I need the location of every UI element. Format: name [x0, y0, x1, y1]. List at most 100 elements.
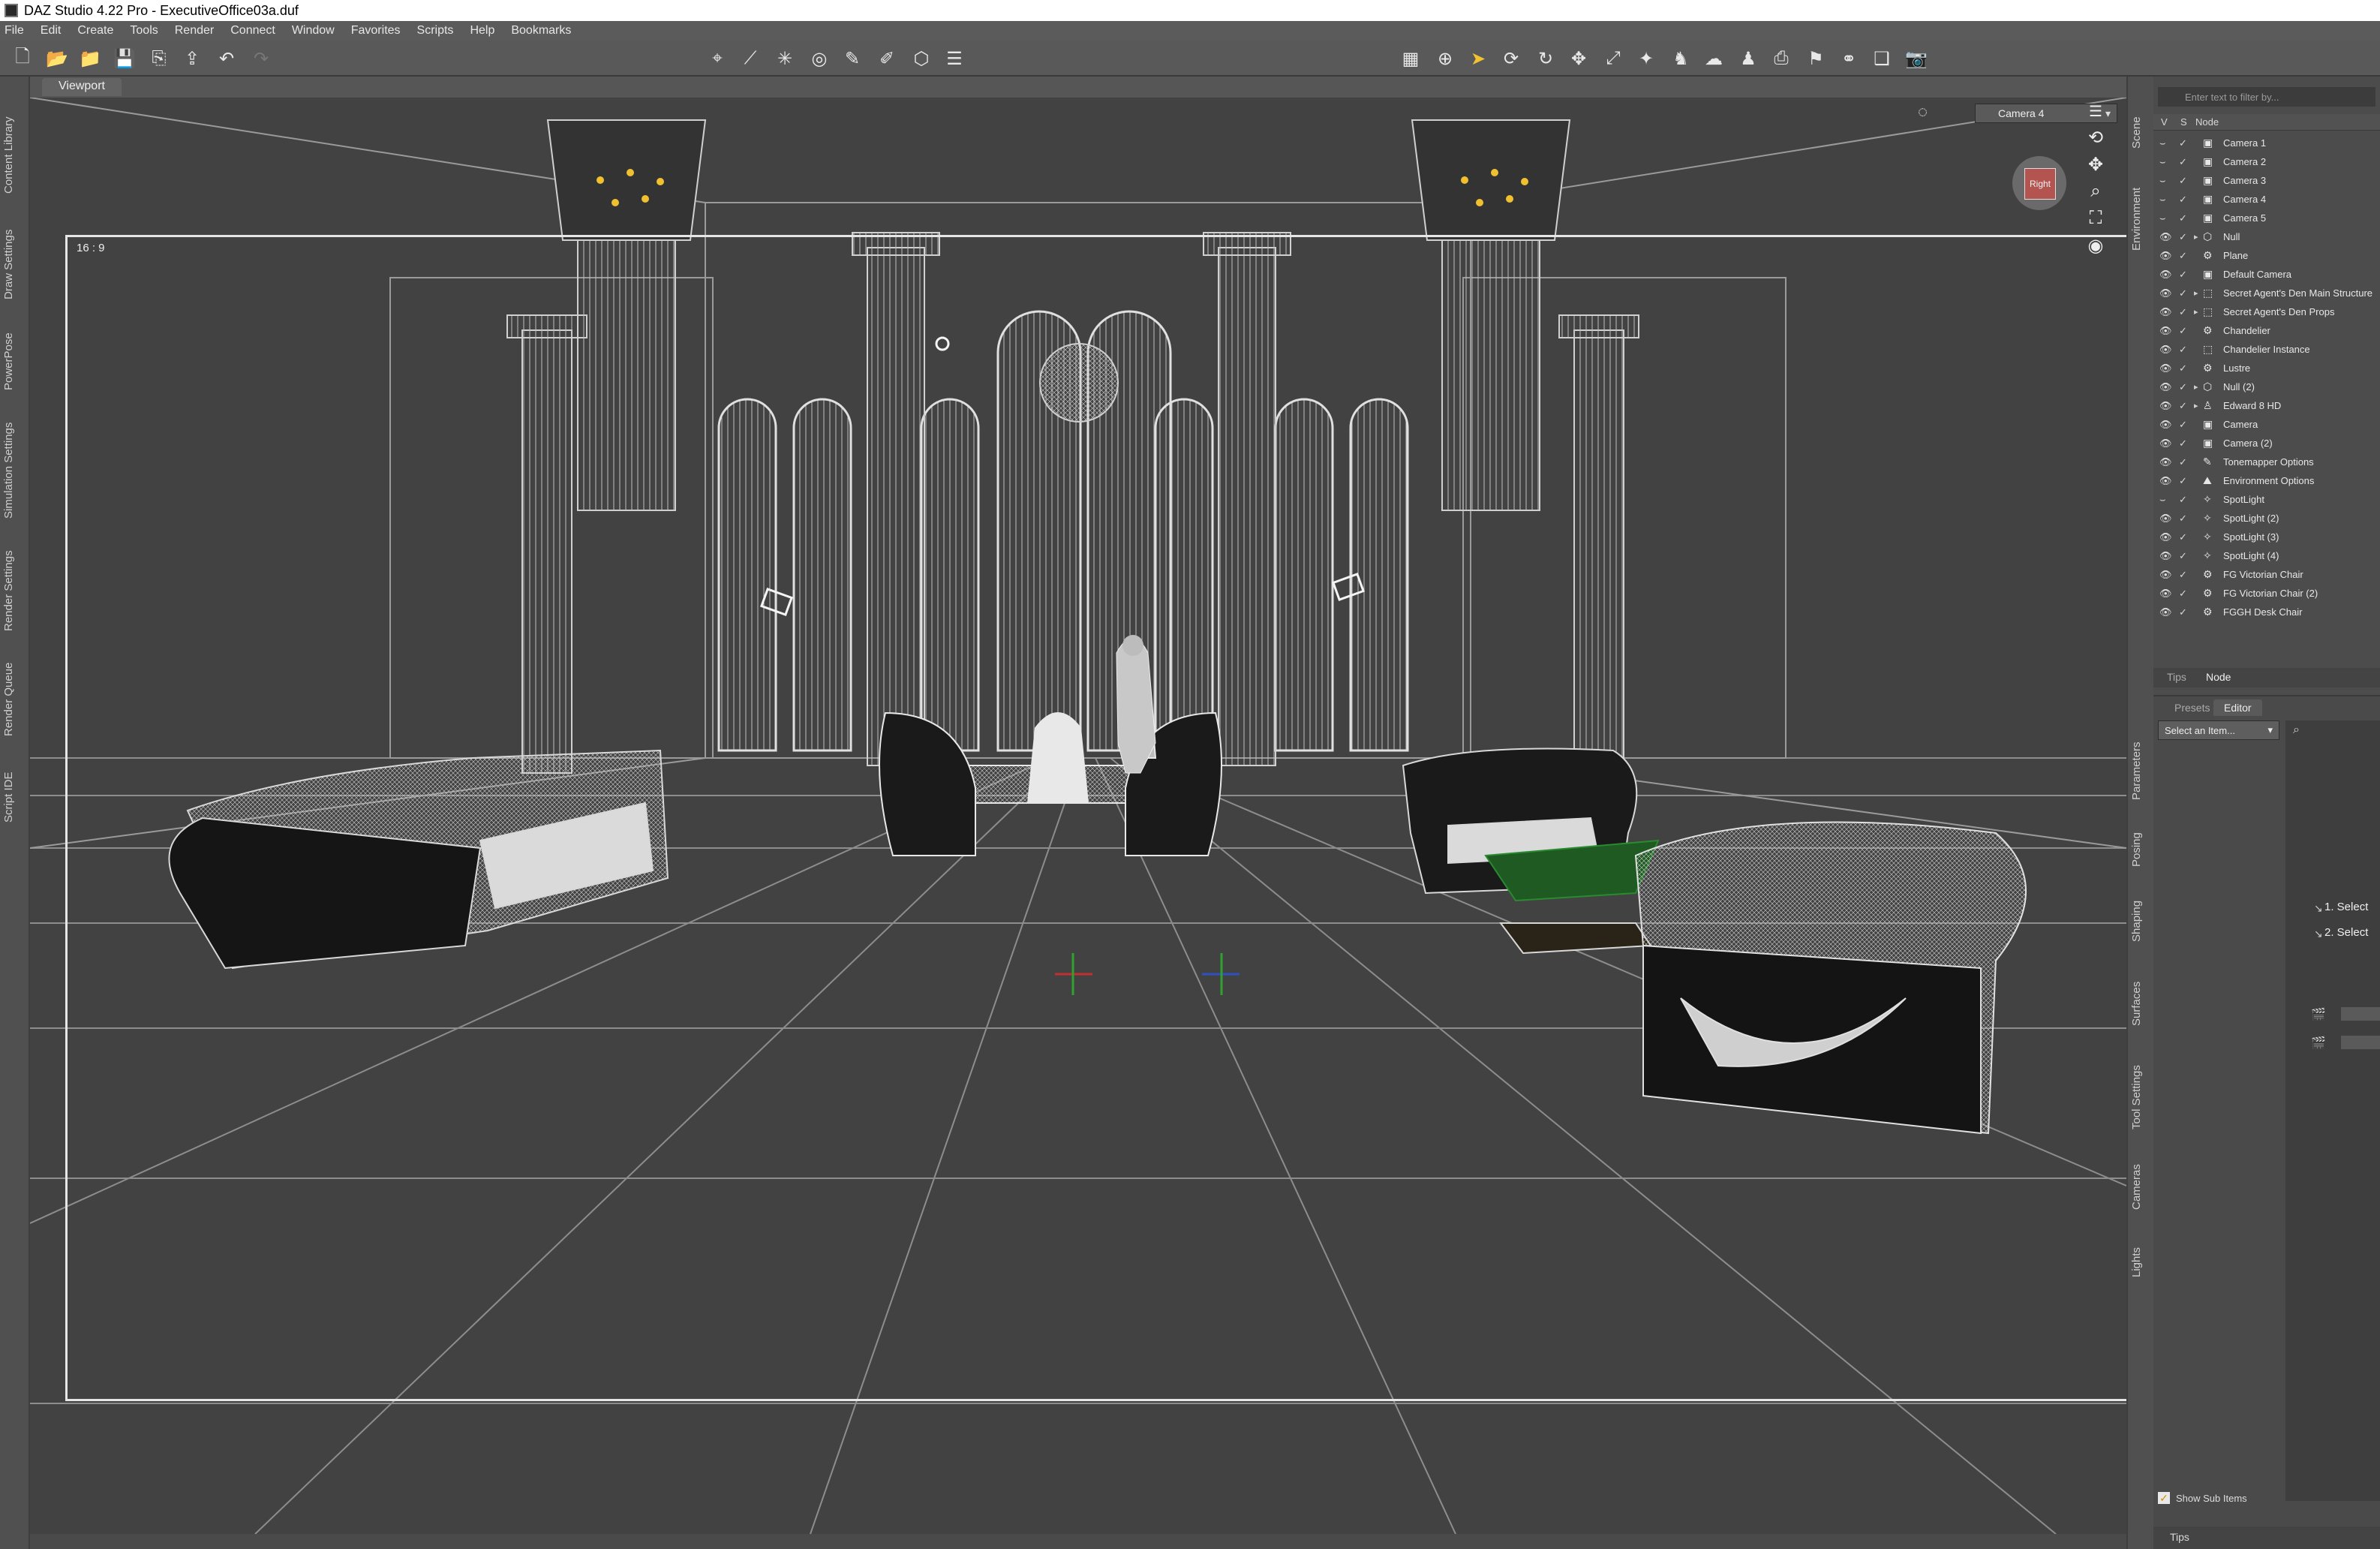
eye-icon[interactable]: 👁 — [2159, 438, 2176, 450]
scene-node-row[interactable]: 👁 ✓ ✎ Tonemapper Options — [2153, 453, 2380, 471]
eye-icon[interactable]: 👁 — [2159, 325, 2176, 337]
select-icon[interactable]: ✓ — [2179, 606, 2194, 618]
select-icon[interactable]: ✓ — [2179, 344, 2194, 356]
tab-draw-settings[interactable]: Draw Settings — [2, 219, 26, 309]
scene-filter-input[interactable]: Enter text to filter by... — [2158, 87, 2375, 107]
select-icon[interactable]: ✓ — [2179, 269, 2194, 281]
viewport-3d[interactable]: 16 : 9 ◌ Camera 4 ☰ Right ⟲ ✥ ⌕ ⛶ ◉ — [30, 98, 2126, 1534]
eye-icon[interactable]: 👁 — [2159, 513, 2176, 525]
expand-arrow-icon[interactable]: ▸ — [2194, 382, 2203, 392]
scene-node-row[interactable]: ⌣ ✓ ▣ Camera 3 — [2153, 171, 2380, 190]
scene-node-row[interactable]: 👁 ✓ ▣ Camera — [2153, 415, 2380, 434]
link-icon[interactable]: ⚭ — [1837, 47, 1861, 71]
node-selection-tool-icon[interactable]: ⌖ — [705, 47, 729, 71]
scene-node-row[interactable]: 👁 ✓ ⚙ FGGH Desk Chair — [2153, 603, 2380, 621]
select-icon[interactable]: ✓ — [2179, 531, 2194, 543]
tab-simulation-settings[interactable]: Simulation Settings — [2, 414, 26, 527]
select-item-dropdown[interactable]: Select an Item... — [2158, 720, 2279, 740]
scene-node-row[interactable]: ⌣ ✓ ✧ SpotLight — [2153, 490, 2380, 509]
menu-render[interactable]: Render — [175, 24, 214, 38]
select-icon[interactable]: ✓ — [2179, 569, 2194, 581]
tab-shaping[interactable]: Shaping — [2130, 887, 2154, 955]
eye-icon[interactable]: 👁 — [2159, 456, 2176, 468]
scene-node-row[interactable]: 👁 ✓ ⬚ Chandelier Instance — [2153, 340, 2380, 359]
menu-bookmarks[interactable]: Bookmarks — [511, 24, 571, 38]
geometry-editor-icon[interactable]: ◎ — [807, 47, 831, 71]
col-selectable[interactable]: S — [2180, 116, 2187, 128]
surface-selection-icon[interactable]: ✐ — [875, 47, 899, 71]
param-search-icon[interactable]: ⌕ — [2293, 723, 2300, 737]
viewport-menu-icon[interactable]: ☰ — [2089, 102, 2108, 122]
scene-node-row[interactable]: ⌣ ✓ ▣ Camera 2 — [2153, 152, 2380, 171]
iray-preview-icon[interactable]: ❑ — [1870, 47, 1894, 71]
select-icon[interactable]: ✓ — [2179, 231, 2194, 243]
scene-node-row[interactable]: 👁 ✓ ⛰ Environment Options — [2153, 471, 2380, 490]
tab-lights[interactable]: Lights — [2130, 1232, 2154, 1292]
eye-icon[interactable]: 👁 — [2159, 531, 2176, 543]
joint-editor-icon[interactable]: ✳ — [773, 47, 797, 71]
tab-environment[interactable]: Environment — [2130, 174, 2154, 264]
scene-node-row[interactable]: 👁 ✓ ⚙ Chandelier — [2153, 321, 2380, 340]
grid-icon[interactable]: ▦ — [1399, 47, 1423, 71]
eye-icon[interactable]: 👁 — [2159, 606, 2176, 618]
eye-icon[interactable]: 👁 — [2159, 250, 2176, 262]
undo-icon[interactable]: ↶ — [215, 47, 239, 71]
tab-render-settings[interactable]: Render Settings — [2, 542, 26, 639]
menu-tools[interactable]: Tools — [130, 24, 158, 38]
select-icon[interactable]: ✓ — [2179, 362, 2194, 374]
scene-node-row[interactable]: 👁 ✓ ⚙ Lustre — [2153, 359, 2380, 377]
render-icon[interactable]: 📷 — [1904, 47, 1928, 71]
scene-node-row[interactable]: 👁 ✓ ▸ ⬡ Null — [2153, 227, 2380, 246]
select-icon[interactable]: ✓ — [2179, 306, 2194, 318]
select-icon[interactable]: ✓ — [2179, 287, 2194, 299]
show-sub-items-option[interactable]: ✓ Show Sub Items — [2158, 1492, 2247, 1504]
menu-file[interactable]: File — [5, 24, 24, 38]
expand-arrow-icon[interactable]: ▸ — [2194, 401, 2203, 411]
tab-parameters[interactable]: Parameters — [2130, 729, 2154, 812]
scene-node-row[interactable]: 👁 ✓ ✧ SpotLight (4) — [2153, 546, 2380, 565]
save-icon[interactable]: 💾 — [113, 47, 137, 71]
tab-cameras[interactable]: Cameras — [2130, 1150, 2154, 1225]
hidden-eye-icon[interactable]: ⌣ — [2159, 494, 2176, 506]
hidden-eye-icon[interactable]: ⌣ — [2159, 175, 2176, 187]
clapper-icon[interactable]: 🎬 — [2311, 1007, 2327, 1021]
select-icon[interactable]: ✓ — [2179, 381, 2194, 393]
select-icon[interactable]: ✓ — [2179, 212, 2194, 224]
import-icon[interactable]: ⎘ — [147, 47, 171, 71]
select-icon[interactable]: ✓ — [2179, 494, 2194, 506]
view-cube-face[interactable]: Right — [2024, 168, 2056, 200]
bone-tool-icon[interactable]: ⟋ — [738, 47, 762, 71]
tab-surfaces[interactable]: Surfaces — [2130, 962, 2154, 1045]
select-icon[interactable]: ✓ — [2179, 325, 2194, 337]
param-field-2[interactable] — [2341, 1036, 2380, 1049]
expand-arrow-icon[interactable]: ▸ — [2194, 288, 2203, 298]
show-sub-items-checkbox[interactable]: ✓ — [2158, 1492, 2170, 1504]
menu-connect[interactable]: Connect — [230, 24, 275, 38]
tab-tips[interactable]: Tips — [2167, 671, 2186, 683]
eye-icon[interactable]: 👁 — [2159, 569, 2176, 581]
menu-help[interactable]: Help — [470, 24, 494, 38]
menu-window[interactable]: Window — [292, 24, 335, 38]
tab-tips-bottom[interactable]: Tips — [2170, 1531, 2189, 1543]
tab-tool-settings[interactable]: Tool Settings — [2130, 1052, 2154, 1142]
aim-camera-icon[interactable]: ◉ — [2084, 234, 2107, 257]
select-icon[interactable]: ✓ — [2179, 419, 2194, 431]
tab-script-ide[interactable]: Script IDE — [2, 759, 26, 835]
select-icon[interactable]: ✓ — [2179, 475, 2194, 487]
col-node[interactable]: Node — [2195, 116, 2219, 128]
scene-node-row[interactable]: 👁 ✓ ⚙ FG Victorian Chair — [2153, 565, 2380, 584]
scene-node-row[interactable]: 👁 ✓ ⚙ Plane — [2153, 246, 2380, 265]
eye-icon[interactable]: 👁 — [2159, 381, 2176, 393]
brush-tool-icon[interactable]: ✎ — [840, 47, 864, 71]
spot-render-icon[interactable]: ☁ — [1702, 47, 1726, 71]
tab-powerpose[interactable]: PowerPose — [2, 324, 26, 399]
scene-node-row[interactable]: ⌣ ✓ ▣ Camera 5 — [2153, 209, 2380, 227]
scene-node-row[interactable]: 👁 ✓ ▣ Default Camera — [2153, 265, 2380, 284]
scene-node-row[interactable]: ⌣ ✓ ▣ Camera 4 — [2153, 190, 2380, 209]
eye-icon[interactable]: 👁 — [2159, 400, 2176, 412]
eye-icon[interactable]: 👁 — [2159, 362, 2176, 374]
select-icon[interactable]: ✓ — [2179, 137, 2194, 149]
tab-posing[interactable]: Posing — [2130, 820, 2154, 880]
zoom-camera-icon[interactable]: ⌕ — [2084, 180, 2107, 203]
rotate-tool-icon[interactable]: ⟳ — [1499, 47, 1523, 71]
